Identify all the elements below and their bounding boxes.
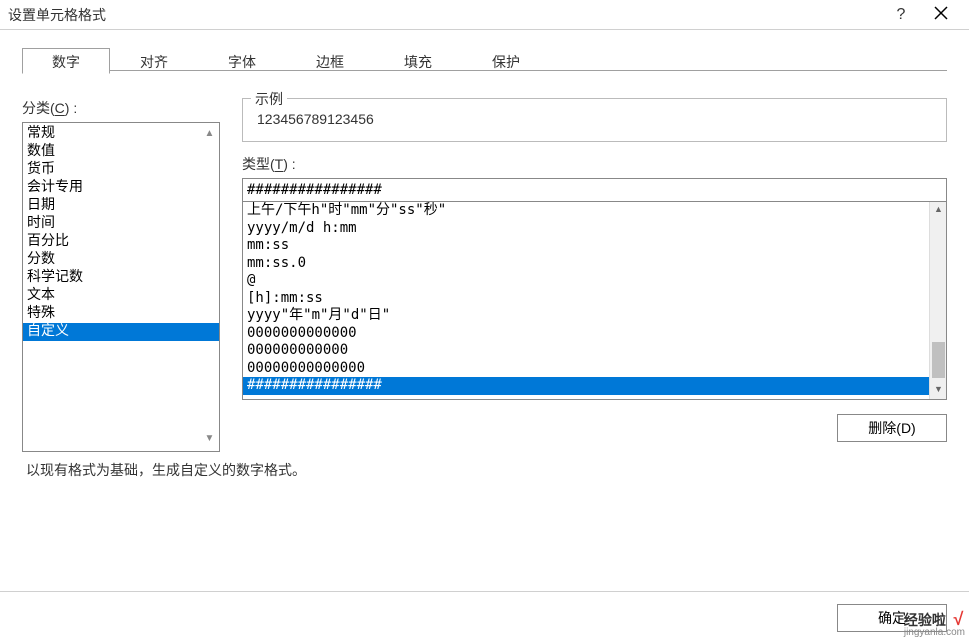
scroll-down-icon[interactable]: ▼ (202, 432, 217, 447)
type-item[interactable]: yyyy"年"m"月"d"日" (243, 307, 946, 325)
scroll-up-icon[interactable]: ▲ (202, 127, 217, 142)
scroll-down-icon[interactable]: ▼ (930, 382, 947, 399)
titlebar: 设置单元格格式 ? (0, 0, 969, 30)
category-label: 分类(C) : (22, 98, 222, 118)
type-item[interactable]: 000000000000 (243, 342, 946, 360)
dialog-footer: 确定 (0, 591, 969, 632)
scrollbar-thumb[interactable] (932, 342, 945, 378)
category-label-suffix: ) : (65, 100, 77, 116)
example-label: 示例 (251, 89, 287, 109)
type-listbox[interactable]: 上午/下午h"时"mm"分"ss"秒" yyyy/m/d h:mm mm:ss … (242, 202, 947, 400)
tab-underline (22, 70, 947, 71)
help-button[interactable]: ? (881, 6, 921, 24)
type-label-key: T (275, 156, 284, 172)
type-item-selected[interactable]: ################ (243, 377, 946, 395)
type-label: 类型(T) : (242, 154, 947, 174)
category-label-key: C (55, 100, 65, 116)
example-fieldset: 示例 123456789123456 (242, 98, 947, 142)
category-item-time[interactable]: 时间 (23, 215, 219, 233)
category-item-percentage[interactable]: 百分比 (23, 233, 219, 251)
ok-button[interactable]: 确定 (837, 604, 947, 632)
type-item[interactable]: [h]:mm:ss (243, 290, 946, 308)
category-item-scientific[interactable]: 科学记数 (23, 269, 219, 287)
category-item-fraction[interactable]: 分数 (23, 251, 219, 269)
category-panel: 分类(C) : ▲ 常规 数值 货币 会计专用 日期 时间 百分比 分数 科学记… (22, 98, 222, 480)
type-input[interactable] (242, 178, 947, 202)
type-item[interactable]: @ (243, 272, 946, 290)
category-item-custom[interactable]: 自定义 (23, 323, 219, 341)
category-item-text[interactable]: 文本 (23, 287, 219, 305)
detail-panel: 示例 123456789123456 类型(T) : 上午/下午h"时"mm"分… (242, 98, 947, 480)
dialog-title: 设置单元格格式 (8, 5, 881, 25)
category-item-date[interactable]: 日期 (23, 197, 219, 215)
type-item[interactable]: 0000000000000 (243, 325, 946, 343)
dialog-body: 分类(C) : ▲ 常规 数值 货币 会计专用 日期 时间 百分比 分数 科学记… (0, 74, 969, 480)
type-item[interactable]: mm:ss (243, 237, 946, 255)
close-icon (934, 6, 948, 20)
close-button[interactable] (921, 6, 961, 23)
type-scrollbar[interactable]: ▲ ▼ (929, 202, 946, 399)
tab-bar: 数字 对齐 字体 边框 填充 保护 (0, 30, 969, 74)
type-list-inner: 上午/下午h"时"mm"分"ss"秒" yyyy/m/d h:mm mm:ss … (243, 202, 946, 395)
scroll-up-icon[interactable]: ▲ (930, 202, 947, 219)
type-item[interactable]: mm:ss.0 (243, 255, 946, 273)
type-label-prefix: 类型( (242, 156, 275, 172)
delete-row: 删除(D) (242, 414, 947, 442)
category-item-currency[interactable]: 货币 (23, 161, 219, 179)
category-item-special[interactable]: 特殊 (23, 305, 219, 323)
category-item-general[interactable]: 常规 (23, 125, 219, 143)
type-label-suffix: ) : (283, 156, 295, 172)
type-item[interactable]: 上午/下午h"时"mm"分"ss"秒" (243, 202, 946, 220)
delete-button[interactable]: 删除(D) (837, 414, 947, 442)
category-listbox[interactable]: ▲ 常规 数值 货币 会计专用 日期 时间 百分比 分数 科学记数 文本 特殊 … (22, 122, 220, 452)
hint-text: 以现有格式为基础，生成自定义的数字格式。 (22, 460, 947, 480)
tab-number[interactable]: 数字 (22, 48, 110, 74)
category-list-inner: 常规 数值 货币 会计专用 日期 时间 百分比 分数 科学记数 文本 特殊 自定… (23, 123, 219, 343)
category-item-number[interactable]: 数值 (23, 143, 219, 161)
example-value: 123456789123456 (253, 111, 936, 127)
category-item-accounting[interactable]: 会计专用 (23, 179, 219, 197)
category-label-prefix: 分类( (22, 100, 55, 116)
type-item[interactable]: yyyy/m/d h:mm (243, 220, 946, 238)
type-item[interactable]: 00000000000000 (243, 360, 946, 378)
